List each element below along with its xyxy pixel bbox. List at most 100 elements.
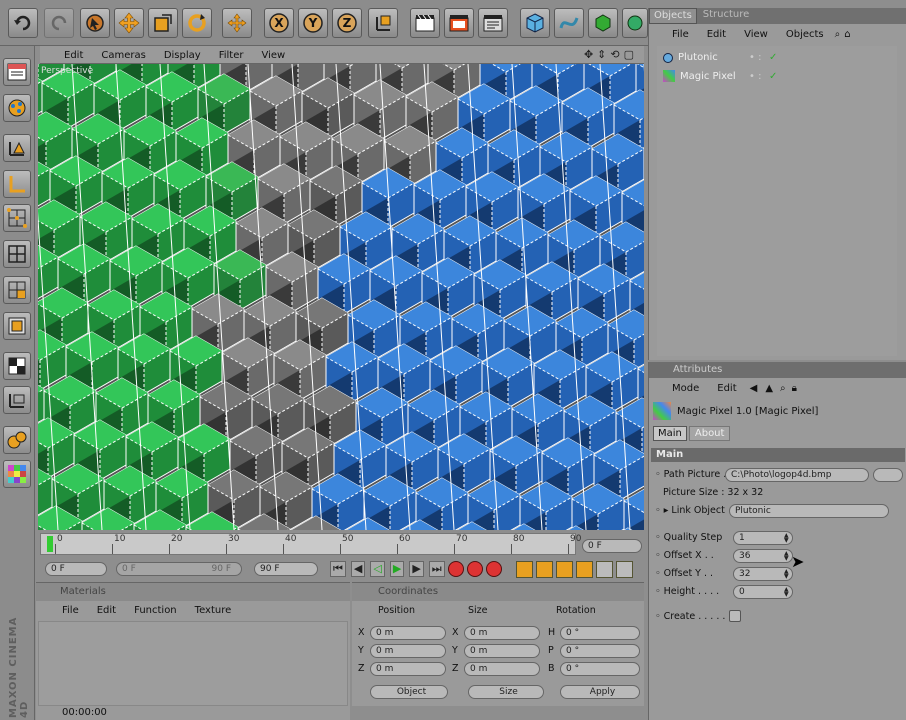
end-frame-field[interactable]: 90 F [254,562,318,576]
start-frame-field[interactable]: 0 F [45,562,107,576]
create-button[interactable] [729,610,741,622]
play-forwards-icon[interactable]: ▶ [389,561,405,577]
live-select-icon[interactable] [80,8,110,38]
render-view-icon[interactable] [410,8,440,38]
link-object-field[interactable]: Plutonic [729,504,889,518]
attributes-search-icon[interactable]: ⌕ [777,383,789,394]
preview-range-slider[interactable]: 0 F 90 F [116,562,242,576]
key-scale-icon[interactable] [536,561,553,578]
visibility-dots[interactable]: • : [749,52,761,63]
browse-button[interactable] [873,468,903,482]
cube-icon[interactable] [520,8,550,38]
undo-icon[interactable] [8,8,38,38]
go-to-end-icon[interactable]: ⏭ [428,561,445,577]
edges-tool-icon[interactable] [3,240,31,268]
coord-rv-field[interactable]: 0 ° [560,644,640,658]
back-arrow-icon[interactable]: ◀ [746,383,762,394]
go-to-start-icon[interactable]: ⏮ [330,561,346,577]
lock-icon[interactable]: 🔒︎ [789,383,800,394]
current-frame-field[interactable]: 0 F [582,539,642,553]
objects-search-icon[interactable]: ⌕ [833,29,843,40]
visibility-dots[interactable]: • : [749,71,761,82]
uv-tool-icon[interactable] [3,312,31,340]
materials-menu-texture[interactable]: Texture [186,605,241,616]
quality-step-field[interactable]: 1 ▲ ▼ [733,531,793,545]
texture-tool-icon[interactable] [3,352,31,380]
magic-pixel-icon[interactable] [3,460,31,488]
sculpt-tool-icon[interactable] [3,426,31,454]
viewport-menu-filter[interactable]: Filter [210,50,253,61]
attributes-menu-edit[interactable]: Edit [708,383,745,394]
viewport-menu-cameras[interactable]: Cameras [92,50,154,61]
scale-icon[interactable] [148,8,178,38]
viewport-menu-view[interactable]: View [252,50,294,61]
materials-menu-file[interactable]: File [53,605,88,616]
materials-menu-function[interactable]: Function [125,605,186,616]
coord-sv-field[interactable]: 0 m [464,662,540,676]
record-icon[interactable] [448,561,464,577]
next-key-icon[interactable]: ▶ [409,561,424,577]
objects-menu-file[interactable]: File [663,29,698,40]
timeline-options-icon[interactable] [616,561,633,578]
polygons-tool-icon[interactable] [3,276,31,304]
render-picture-viewer-icon[interactable] [444,8,474,38]
timeline-ruler[interactable]: 0 10 20 30 40 50 60 70 80 90 [40,533,581,555]
coordinate-system-icon[interactable] [368,8,398,38]
materials-list[interactable] [38,621,348,706]
objects-menu-edit[interactable]: Edit [698,29,735,40]
play-backwards-icon[interactable]: ◁ [370,561,385,577]
up-arrow-icon[interactable]: ▲ [761,383,777,394]
key-rotation-icon[interactable] [556,561,573,578]
objects-menu-view[interactable]: View [735,29,777,40]
height-field[interactable]: 0 ▲ ▼ [733,585,793,599]
viewport-menu-display[interactable]: Display [155,50,210,61]
coord-rv-field[interactable]: 0 ° [560,662,640,676]
enable-check-icon[interactable]: ✓ [769,52,777,63]
object-tree[interactable]: Plutonic • : ✓ Magic Pixel • : ✓ [657,46,897,356]
autokey-icon[interactable] [467,561,483,577]
tab-about[interactable]: About [688,426,731,441]
objects-menu-objects[interactable]: Objects [777,29,833,40]
coord-pv-field[interactable]: 0 m [370,626,446,640]
y-axis-icon[interactable]: Y [298,8,328,38]
viewport-nav-icons[interactable]: ✥⇕⟲▢ [584,48,638,61]
tab-main[interactable]: Main [653,426,687,441]
model-tool-icon[interactable] [3,94,31,122]
tab-structure[interactable]: Structure [697,8,756,24]
rotate-icon[interactable] [182,8,212,38]
path-picture-field[interactable]: C:\Photo\logop4d.bmp [725,468,869,482]
objects-home-icon[interactable]: ⌂ [842,29,852,40]
object-row-plutonic[interactable]: Plutonic • : ✓ [663,52,777,63]
previous-key-icon[interactable]: ◀ [350,561,366,577]
timeline-playhead[interactable] [47,536,53,552]
apply-button[interactable]: Apply [560,685,640,699]
layout-icon[interactable] [3,58,31,86]
coord-sv-field[interactable]: 0 m [464,626,540,640]
nurbs-icon[interactable] [588,8,618,38]
object-row-magic-pixel[interactable]: Magic Pixel • : ✓ [663,70,777,82]
render-settings-icon[interactable] [478,8,508,38]
workplane-tool-icon[interactable] [3,386,31,414]
tab-objects[interactable]: Objects [649,8,697,24]
move-icon[interactable] [222,8,252,38]
key-position-icon[interactable] [516,561,533,578]
offset-x-field[interactable]: 36 ▲ ▼ [733,549,793,563]
coordinate-mode-dropdown[interactable]: Object [370,685,448,699]
redo-icon[interactable] [44,8,74,38]
array-icon[interactable] [622,8,648,38]
offset-y-field[interactable]: 32 ▲ ▼ [733,567,793,581]
attributes-menu-mode[interactable]: Mode [663,383,708,394]
points-tool-icon[interactable] [3,204,31,232]
z-axis-icon[interactable]: Z [332,8,362,38]
materials-menu-edit[interactable]: Edit [88,605,125,616]
move-icon[interactable] [114,8,144,38]
key-pla-icon[interactable] [596,561,613,578]
keyframe-selection-icon[interactable] [486,561,502,577]
axis-tool-icon[interactable] [3,170,31,198]
size-mode-dropdown[interactable]: Size [468,685,544,699]
key-parameter-icon[interactable] [576,561,593,578]
viewport-menu-edit[interactable]: Edit [55,50,92,61]
enable-check-icon[interactable]: ✓ [769,71,777,82]
viewport-3d[interactable]: Perspective [38,64,644,530]
spline-icon[interactable] [554,8,584,38]
